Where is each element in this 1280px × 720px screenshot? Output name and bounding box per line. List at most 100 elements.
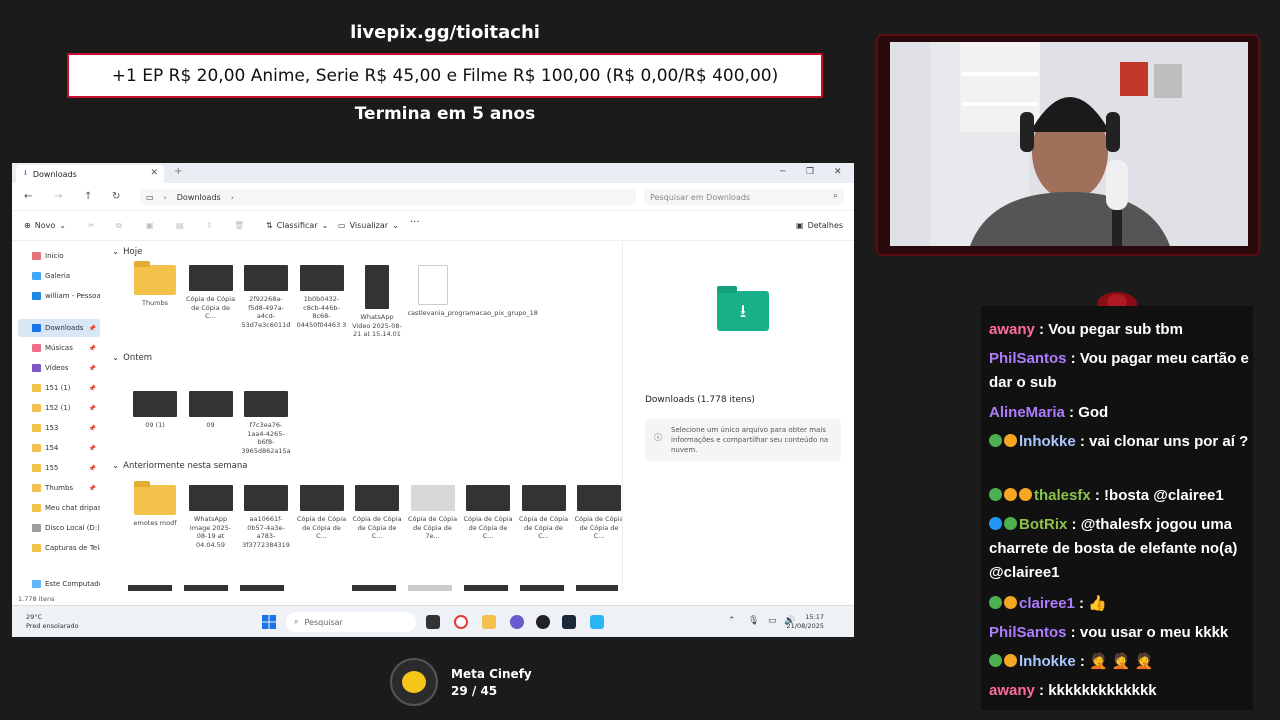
- address-bar[interactable]: ▭ › Downloads ›: [140, 189, 636, 205]
- chat-badge-icon: [1004, 596, 1017, 609]
- file-item[interactable]: f7c3ea76-1aa4-4265-b6f8-3965d862a15a: [241, 391, 291, 455]
- pin-icon[interactable]: 📌: [89, 325, 96, 332]
- file-item[interactable]: Thumbs: [130, 261, 180, 308]
- sidebar-item[interactable]: 152 (1) 📌: [18, 399, 100, 417]
- microphone-icon[interactable]: 🎙: [748, 616, 759, 626]
- file-explorer-window: ⭳ Downloads ✕ + ─ ❐ ✕ ← → ↑ ↻ ▭ › Downlo…: [12, 163, 854, 637]
- pin-icon[interactable]: 📌: [89, 485, 96, 492]
- view-button[interactable]: ▭ Visualizar ⌄: [338, 221, 399, 230]
- search-input[interactable]: Pesquisar em Downloads ⌕: [644, 189, 844, 205]
- group-yesterday[interactable]: ⌄ Ontem: [112, 353, 152, 363]
- details-button[interactable]: ▣ Detalhes: [796, 221, 843, 230]
- delete-icon[interactable]: 🗑: [234, 221, 244, 230]
- chat-badge-icon: [1004, 517, 1017, 530]
- sidebar-item[interactable]: 154 📌: [18, 439, 100, 457]
- file-item[interactable]: Cópia de Cópia de Cópia de C...: [297, 485, 347, 541]
- new-button[interactable]: ⊕ Novo ⌄: [24, 221, 66, 230]
- taskbar-search[interactable]: ⌕ Pesquisar: [286, 612, 416, 632]
- pin-icon[interactable]: 📌: [89, 385, 96, 392]
- sidebar-item[interactable]: Este Computador: [18, 575, 100, 591]
- file-name: 1b0b0432-c8cb-446b-8c68-04450f04463 3: [296, 295, 347, 329]
- sidebar-item[interactable]: william - Pessoal: [18, 287, 100, 305]
- file-name: 2f92268a-f5d8-497a-a4cd-53d7e3c6011d: [241, 295, 291, 329]
- steam-icon[interactable]: [562, 615, 576, 629]
- file-item[interactable]: castlevania_programacao_pix_grupo_18: [407, 265, 538, 318]
- refresh-button[interactable]: ↻: [112, 191, 120, 202]
- folder-icon: [32, 464, 41, 472]
- breadcrumb-downloads[interactable]: Downloads: [177, 193, 221, 202]
- obs-icon[interactable]: [536, 615, 550, 629]
- sidebar-item[interactable]: Galeria: [18, 267, 100, 285]
- more-options-button[interactable]: ···: [410, 217, 420, 228]
- clock[interactable]: 15:17 21/08/2025: [787, 613, 824, 631]
- tab-downloads[interactable]: ⭳ Downloads ✕: [16, 165, 164, 183]
- status-bar-count: 1.778 itens: [18, 595, 55, 603]
- group-earlier-this-week[interactable]: ⌄ Anteriormente nesta semana: [112, 461, 247, 471]
- file-thumbnail: [521, 485, 566, 511]
- file-item[interactable]: Cópia de Cópia de Cópia de C...: [519, 485, 569, 541]
- close-window-button[interactable]: ✕: [834, 167, 842, 177]
- pin-icon[interactable]: 📌: [89, 365, 96, 372]
- file-item[interactable]: 09 (1): [130, 391, 180, 430]
- rename-icon[interactable]: ▤: [176, 221, 184, 230]
- chat-username: awany: [989, 682, 1035, 699]
- chat-text: 🤦 🤦 🤦: [1089, 653, 1154, 670]
- sidebar-item-label: 154: [45, 444, 59, 452]
- up-button[interactable]: ↑: [84, 191, 92, 202]
- file-item[interactable]: 09: [186, 391, 236, 430]
- sort-button[interactable]: ⇅ Classificar ⌄: [266, 221, 328, 230]
- file-item[interactable]: Cópia de Cópia de Cópia de 7e...: [408, 485, 458, 541]
- file-item[interactable]: WhatsApp Video 2025-08-21 at 15.14.01: [352, 265, 402, 339]
- goal-url: livepix.gg/tioitachi: [350, 22, 540, 43]
- paste-icon[interactable]: ▣: [146, 221, 154, 230]
- file-list: ⌄ Hoje ⌄ Ontem ⌄ Anteriormente nesta sem…: [108, 241, 622, 591]
- copy-icon[interactable]: ⧉: [116, 221, 122, 231]
- sidebar-item[interactable]: Downloads 📌: [18, 319, 100, 337]
- sidebar-item[interactable]: Disco Local (D:): [18, 519, 100, 537]
- task-view-icon[interactable]: [426, 615, 440, 629]
- file-item[interactable]: Cópia de Cópia de Cópia de C...: [186, 265, 236, 321]
- chevron-up-icon[interactable]: ⌃: [728, 616, 736, 626]
- maximize-button[interactable]: ❐: [806, 167, 814, 177]
- weather-widget[interactable]: 29°C Pred ensolarado: [26, 613, 79, 631]
- sidebar-item[interactable]: 153 📌: [18, 419, 100, 437]
- file-item[interactable]: Cópia de Cópia de Cópia de C...: [574, 485, 622, 541]
- file-item[interactable]: WhatsApp Image 2025-08-19 at 04.04.59: [186, 485, 236, 549]
- minimize-button[interactable]: ─: [780, 167, 785, 177]
- pin-icon[interactable]: 📌: [89, 445, 96, 452]
- pin-icon[interactable]: 📌: [89, 425, 96, 432]
- sidebar-item[interactable]: Capturas de Tela: [18, 539, 100, 557]
- sidebar-item[interactable]: Meu chat dripas: [18, 499, 100, 517]
- pin-icon[interactable]: 📌: [89, 345, 96, 352]
- file-item[interactable]: Cópia de Cópia de Cópia de C...: [352, 485, 402, 541]
- forward-button[interactable]: →: [54, 191, 62, 202]
- notepad-icon[interactable]: [590, 615, 604, 629]
- sidebar-item[interactable]: Vídeos 📌: [18, 359, 100, 377]
- network-icon[interactable]: ▭: [768, 616, 777, 626]
- new-tab-button[interactable]: +: [174, 166, 182, 177]
- sidebar-item[interactable]: Início: [18, 247, 100, 265]
- file-item[interactable]: aa10661f-0b57-4a3e-a783-3f3772384319: [241, 485, 291, 549]
- close-tab-icon[interactable]: ✕: [150, 168, 158, 178]
- sidebar-item[interactable]: Thumbs 📌: [18, 479, 100, 497]
- sidebar-item[interactable]: Músicas 📌: [18, 339, 100, 357]
- pin-icon[interactable]: 📌: [89, 405, 96, 412]
- sidebar-item[interactable]: 151 (1) 📌: [18, 379, 100, 397]
- sidebar-item[interactable]: 155 📌: [18, 459, 100, 477]
- cut-icon[interactable]: ✂: [88, 221, 95, 230]
- share-icon[interactable]: ⇪: [206, 221, 213, 230]
- file-item[interactable]: Cópia de Cópia de Cópia de C...: [463, 485, 513, 541]
- sidebar-item-label: Capturas de Tela: [45, 544, 100, 552]
- file-item[interactable]: emotes modf: [130, 481, 180, 528]
- windows-start-icon[interactable]: [262, 615, 276, 629]
- file-name: castlevania_programacao_pix_grupo_18: [407, 309, 538, 317]
- back-button[interactable]: ←: [24, 191, 32, 202]
- pin-icon[interactable]: 📌: [89, 465, 96, 472]
- file-item[interactable]: 1b0b0432-c8cb-446b-8c68-04450f04463 3: [297, 265, 347, 329]
- file-item[interactable]: 2f92268a-f5d8-497a-a4cd-53d7e3c6011d: [241, 265, 291, 329]
- opera-icon[interactable]: [454, 615, 468, 629]
- chat-message: thalesfx : !bosta @clairee1: [989, 484, 1251, 508]
- discord-icon[interactable]: [510, 615, 524, 629]
- file-explorer-icon[interactable]: [482, 615, 496, 629]
- group-today[interactable]: ⌄ Hoje: [112, 247, 142, 257]
